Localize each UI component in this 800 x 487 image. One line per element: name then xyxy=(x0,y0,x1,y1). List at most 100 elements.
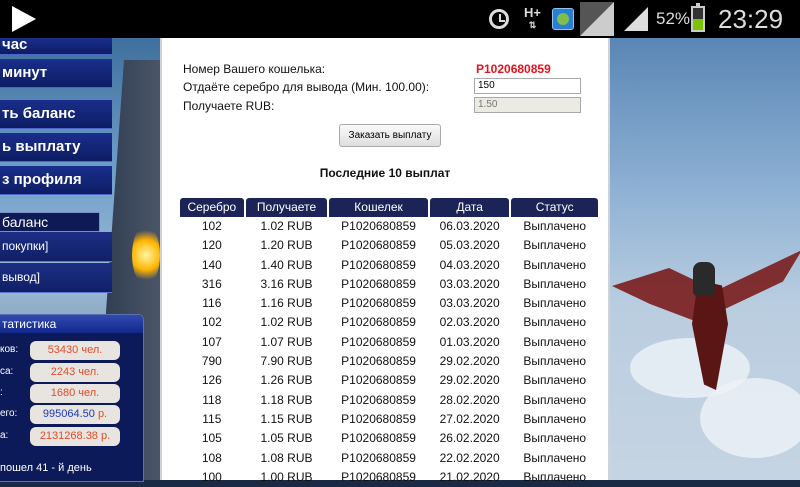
cell-wallet: P1020680859 xyxy=(341,373,416,388)
cell-status: Выплачено xyxy=(523,411,587,426)
cell-date: 06.03.2020 xyxy=(439,219,500,233)
stat-row: : 1680 чел. xyxy=(0,384,143,404)
cell-date: 21.02.2020 xyxy=(439,469,500,484)
stat-row: а: 2131268.38 р. xyxy=(0,427,143,447)
nav-item-hour[interactable]: час xyxy=(0,38,112,55)
clock: 23:29 xyxy=(718,3,784,34)
stat-row: ков: 53430 чел. xyxy=(0,341,143,361)
battery-icon xyxy=(691,0,705,38)
nav-item-balance[interactable]: ть баланс xyxy=(0,100,112,129)
cell-status: Выплачено xyxy=(523,373,587,388)
silver-label: Отдаёте серебро для вывода (Мин. 100.00)… xyxy=(183,80,430,94)
statistics-title: татистика xyxy=(0,315,143,333)
table-header: Серебро Получаете Кошелек Дата Статус xyxy=(180,198,600,217)
cell-wallet: P1020680859 xyxy=(341,354,416,369)
cell-silver: 115 xyxy=(202,411,222,426)
cell-status: Выплачено xyxy=(523,315,587,330)
cell-wallet: P1020680859 xyxy=(341,257,416,272)
project-age-suffix: день xyxy=(67,462,92,474)
stat-label: : xyxy=(0,387,3,398)
cell-receive: 1.20 RUB xyxy=(260,238,313,253)
cell-status: Выплачено xyxy=(523,354,587,369)
cell-wallet: P1020680859 xyxy=(341,411,416,426)
cell-wallet: P1020680859 xyxy=(341,392,416,407)
table-row: 116 1.16 RUB P1020680859 03.03.2020 Выплачен… xyxy=(180,294,600,313)
column-header-wallet: Кошелек xyxy=(329,198,428,217)
status-bar: H+ ⇅ 52% 23:29 xyxy=(0,0,800,38)
cell-date: 29.02.2020 xyxy=(439,373,500,388)
cell-silver: 108 xyxy=(201,450,222,465)
cell-wallet: P1020680859 xyxy=(341,296,416,311)
cell-wallet: P1020680859 xyxy=(341,219,416,233)
stat-value: 995064.50 р. xyxy=(30,405,120,424)
nav-item-profile[interactable]: з профиля xyxy=(0,166,112,195)
cell-wallet: P1020680859 xyxy=(341,238,416,253)
wifi-signal-icon xyxy=(580,0,616,38)
cell-wallet: P1020680859 xyxy=(341,431,416,446)
left-nav: час минут ть баланс ь выплату з профиля xyxy=(0,38,112,199)
cell-date: 04.03.2020 xyxy=(439,257,500,272)
payouts-table: Серебро Получаете Кошелек Дата Статус 10… xyxy=(180,198,600,487)
stat-label: а: xyxy=(0,430,9,441)
stat-label: его: xyxy=(0,408,18,419)
nav-item-payout[interactable]: ь выплату xyxy=(0,133,112,162)
cell-silver: 140 xyxy=(201,257,222,272)
last-payouts-title: Последние 10 выплат xyxy=(319,166,451,180)
data-arrows-icon: ⇅ xyxy=(528,20,537,30)
order-payout-button[interactable]: Заказать выплату xyxy=(339,124,441,147)
project-age-prefix: пошел xyxy=(0,462,34,474)
table-body: 102 1.02 RUB P1020680859 06.03.2020 Выплачен… xyxy=(180,217,600,487)
table-row: 115 1.15 RUB P1020680859 27.02.2020 Выплачен… xyxy=(180,410,600,429)
stat-unit: р. xyxy=(97,408,108,420)
cell-date: 29.02.2020 xyxy=(439,354,500,369)
cell-date: 26.02.2020 xyxy=(439,431,500,446)
cell-receive: 1.18 RUB xyxy=(260,392,313,407)
cell-date: 27.02.2020 xyxy=(439,411,500,426)
stat-value: 53430 чел. xyxy=(30,341,120,360)
stat-row: его: 995064.50 р. xyxy=(0,405,143,425)
table-row: 126 1.26 RUB P1020680859 29.02.2020 Выплачен… xyxy=(180,371,600,390)
cell-date: 05.03.2020 xyxy=(439,238,500,253)
cell-status: Выплачено xyxy=(523,238,587,253)
cell-receive: 1.15 RUB xyxy=(260,411,313,426)
cell-date: 01.03.2020 xyxy=(439,334,500,349)
cell-date: 22.02.2020 xyxy=(439,450,500,465)
cell-date: 02.03.2020 xyxy=(439,315,500,330)
cell-signal-icon xyxy=(624,0,650,38)
battery-percent: 52% xyxy=(656,9,691,28)
cell-receive: 1.40 RUB xyxy=(260,257,313,272)
stat-value: 2243 чел. xyxy=(30,363,120,382)
rub-label: Получаете RUB: xyxy=(183,99,275,113)
wallet-label: Номер Вашего кошелька: xyxy=(183,62,326,76)
stat-value: 1680 чел. xyxy=(30,384,120,403)
column-header-status: Статус xyxy=(511,198,598,217)
cell-wallet: P1020680859 xyxy=(341,276,416,291)
column-header-receive: Получаете xyxy=(245,198,328,217)
play-store-icon[interactable] xyxy=(12,6,36,32)
cell-receive: 1.08 RUB xyxy=(260,450,313,465)
cell-receive: 1.02 RUB xyxy=(260,315,313,330)
cell-date: 03.03.2020 xyxy=(439,296,500,311)
cell-silver: 118 xyxy=(202,392,222,407)
table-row: 102 1.02 RUB P1020680859 02.03.2020 Выплачен… xyxy=(180,313,600,332)
background-scene-right xyxy=(610,38,800,480)
table-row: 107 1.07 RUB P1020680859 01.03.2020 Выплачен… xyxy=(180,333,600,352)
network-type-indicator: H+ ⇅ xyxy=(524,0,541,38)
column-header-date: Дата xyxy=(429,198,510,217)
cell-silver: 120 xyxy=(201,238,222,253)
cell-status: Выплачено xyxy=(523,450,587,465)
cell-status: Выплачено xyxy=(523,431,587,446)
cell-silver: 102 xyxy=(201,219,222,233)
cell-silver: 107 xyxy=(201,334,222,349)
silver-amount-input[interactable]: 150 xyxy=(474,78,581,94)
cell-wallet: P1020680859 xyxy=(341,334,416,349)
cell-receive: 3.16 RUB xyxy=(260,276,313,291)
nav-item-minute[interactable]: минут xyxy=(0,59,112,88)
cell-receive: 1.05 RUB xyxy=(260,431,313,446)
balance-withdraw-link[interactable]: вывод] xyxy=(0,263,112,293)
table-row: 316 3.16 RUB P1020680859 03.03.2020 Выплачен… xyxy=(180,275,600,294)
table-row: 140 1.40 RUB P1020680859 04.03.2020 Выплачен… xyxy=(180,256,600,275)
payout-panel: Номер Вашего кошелька: P1020680859 Отдаё… xyxy=(160,38,610,484)
cell-receive: 1.07 RUB xyxy=(260,334,313,349)
balance-purchase-link[interactable]: покупки] xyxy=(0,232,112,262)
